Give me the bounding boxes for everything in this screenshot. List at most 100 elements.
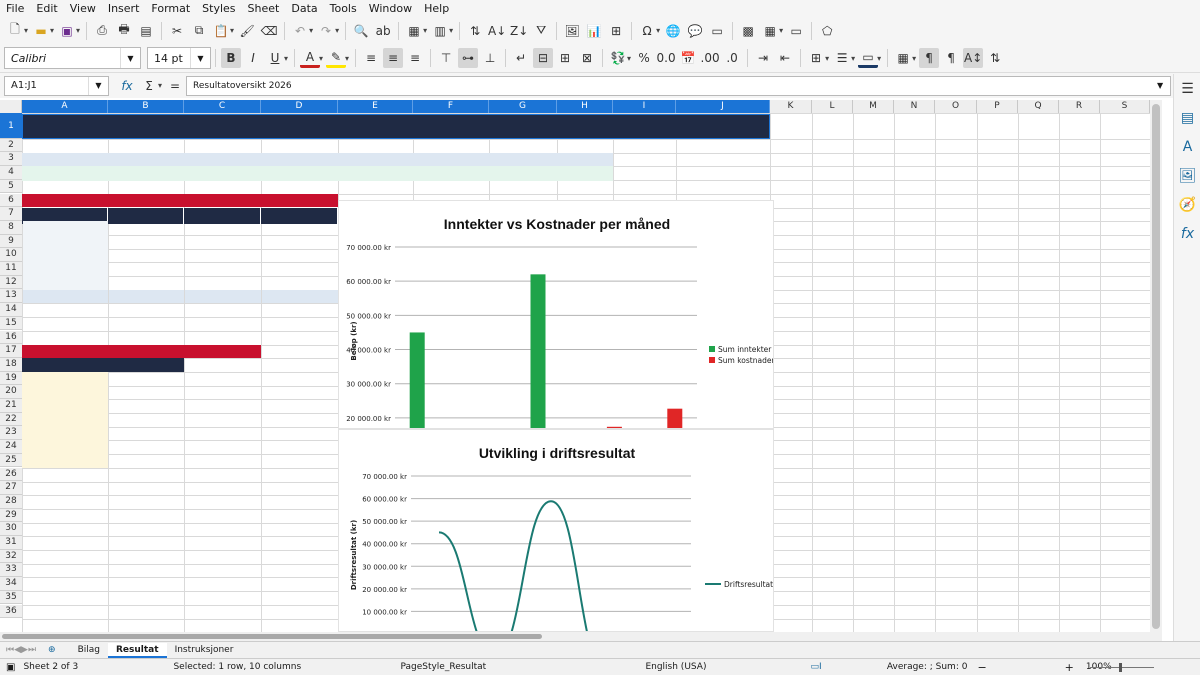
menu-tools[interactable]: Tools xyxy=(324,2,363,15)
zoom-in-icon[interactable]: + xyxy=(1065,661,1074,674)
row-header-16[interactable]: 16 xyxy=(0,330,22,345)
row-header-26[interactable]: 26 xyxy=(0,467,22,482)
row-header-17[interactable]: 17 xyxy=(0,344,22,358)
vertical-scroll-thumb[interactable] xyxy=(1152,104,1160,629)
chevron-down-icon[interactable]: ▼ xyxy=(88,76,108,95)
column-header-l[interactable]: L xyxy=(812,100,853,113)
horizontal-scrollbar[interactable] xyxy=(0,632,1162,641)
date-format-icon[interactable]: 📅 xyxy=(678,48,698,68)
row-header-4[interactable]: 4 xyxy=(0,166,22,180)
insert-image-icon[interactable]: 🖼 xyxy=(562,21,582,41)
row-header-24[interactable]: 24 xyxy=(0,440,22,454)
row-header-11[interactable]: 11 xyxy=(0,262,22,276)
highlight-color-icon[interactable]: ✎ xyxy=(326,48,347,68)
row-header-10[interactable]: 10 xyxy=(0,248,22,262)
formula-input[interactable]: Resultatoversikt 2026 ▼ xyxy=(186,75,1172,96)
language-indicator[interactable]: English (USA) xyxy=(645,662,810,672)
row-header-18[interactable]: 18 xyxy=(0,357,22,372)
row-header-9[interactable]: 9 xyxy=(0,234,22,249)
freeze-rows-columns-icon[interactable]: ▦ xyxy=(760,21,780,41)
underline-icon[interactable]: U xyxy=(265,48,285,68)
menu-insert[interactable]: Insert xyxy=(102,2,146,15)
align-right-icon[interactable]: ≡ xyxy=(405,48,425,68)
row-header-8[interactable]: 8 xyxy=(0,220,22,235)
menu-file[interactable]: File xyxy=(0,2,30,15)
column-header-d[interactable]: D xyxy=(261,100,338,113)
styles-icon[interactable]: A xyxy=(1174,132,1200,161)
row-header-6[interactable]: 6 xyxy=(0,193,22,208)
align-top-icon[interactable]: ⊤ xyxy=(436,48,456,68)
row-header-25[interactable]: 25 xyxy=(0,453,22,468)
properties-icon[interactable]: ▤ xyxy=(1174,103,1200,132)
increase-indent-icon[interactable]: ⇥ xyxy=(753,48,773,68)
hyperlink-icon[interactable]: 🌐 xyxy=(663,21,683,41)
menu-sheet[interactable]: Sheet xyxy=(242,2,286,15)
column-header-n[interactable]: N xyxy=(894,100,935,113)
chevron-down-icon[interactable]: ▼ xyxy=(120,48,140,68)
clone-formatting-icon[interactable]: 🖌 xyxy=(237,21,257,41)
row-header-31[interactable]: 31 xyxy=(0,536,22,550)
row-header-21[interactable]: 21 xyxy=(0,399,22,413)
comment-icon[interactable]: 💬 xyxy=(685,21,705,41)
align-left-icon[interactable]: ≡ xyxy=(361,48,381,68)
spelling-icon[interactable]: ab xyxy=(373,21,393,41)
open-folder-icon[interactable]: ▬ xyxy=(31,21,51,41)
row-header-13[interactable]: 13 xyxy=(0,289,22,304)
horizontal-scroll-thumb[interactable] xyxy=(2,634,542,639)
column-header-e[interactable]: E xyxy=(338,100,413,113)
column-header-j[interactable]: J xyxy=(676,100,770,113)
add-decimal-icon[interactable]: .00 xyxy=(700,48,720,68)
row-header-14[interactable]: 14 xyxy=(0,303,22,317)
show-draw-functions-icon[interactable]: ⬠ xyxy=(817,21,837,41)
column-header-m[interactable]: M xyxy=(853,100,894,113)
number-format-icon[interactable]: 0.0 xyxy=(656,48,676,68)
clear-formatting-icon[interactable]: ⌫ xyxy=(259,21,279,41)
cut-icon[interactable]: ✂ xyxy=(167,21,187,41)
font-size-field[interactable]: 14 pt ▼ xyxy=(147,47,211,69)
define-print-area-icon[interactable]: ▩ xyxy=(738,21,758,41)
print-icon[interactable]: 🖶 xyxy=(114,21,134,41)
menu-edit[interactable]: Edit xyxy=(30,2,63,15)
row-header-2[interactable]: 2 xyxy=(0,138,22,153)
border-style-icon[interactable]: ☰ xyxy=(832,48,852,68)
row-header-22[interactable]: 22 xyxy=(0,412,22,427)
row-header-32[interactable]: 32 xyxy=(0,549,22,564)
column-header-c[interactable]: C xyxy=(184,100,261,113)
align-center-icon[interactable]: ≡ xyxy=(383,48,404,68)
expand-formula-icon[interactable]: ▼ xyxy=(1150,77,1170,95)
add-sheet-icon[interactable]: ⊕ xyxy=(48,645,56,655)
print-preview-icon[interactable]: ▤ xyxy=(136,21,156,41)
new-document-icon[interactable]: 🗋 xyxy=(5,21,25,41)
sort-ascending-icon[interactable]: A↓ xyxy=(487,21,507,41)
row-header-15[interactable]: 15 xyxy=(0,316,22,331)
tab-bilag[interactable]: Bilag xyxy=(70,645,108,655)
conditional-format-icon[interactable]: ▦ xyxy=(893,48,913,68)
row-icon[interactable]: ▦ xyxy=(404,21,424,41)
unmerge-cells-icon[interactable]: ⊠ xyxy=(577,48,597,68)
column-header-f[interactable]: F xyxy=(413,100,489,113)
tab-navigation-icon[interactable]: ⏮◀▶⏭ xyxy=(6,645,36,655)
find-replace-icon[interactable]: 🔍 xyxy=(351,21,371,41)
row-header-27[interactable]: 27 xyxy=(0,481,22,495)
functions-icon[interactable]: fx xyxy=(1174,219,1200,248)
column-header-b[interactable]: B xyxy=(108,100,184,113)
row-header-1[interactable]: 1 xyxy=(0,113,22,139)
font-color-icon[interactable]: A xyxy=(300,48,321,68)
column-header-q[interactable]: Q xyxy=(1018,100,1059,113)
selection-mode-icon[interactable]: ▭I xyxy=(810,662,850,672)
row-header-3[interactable]: 3 xyxy=(0,152,22,167)
autofilter-icon[interactable]: ⛛ xyxy=(531,21,551,41)
save-icon[interactable]: ▣ xyxy=(57,21,77,41)
wrap-text-icon[interactable]: ↵ xyxy=(511,48,531,68)
gallery-icon[interactable]: 🖼 xyxy=(1174,161,1200,190)
align-bottom-icon[interactable]: ⊥ xyxy=(480,48,500,68)
chevron-down-icon[interactable]: ▼ xyxy=(190,48,210,68)
row-header-19[interactable]: 19 xyxy=(0,371,22,386)
sum-average-display[interactable]: Average: ; Sum: 0 xyxy=(850,662,977,672)
tab-instruksjoner[interactable]: Instruksjoner xyxy=(167,645,242,655)
navigator-icon[interactable]: 🧭 xyxy=(1174,190,1200,219)
menu-view[interactable]: View xyxy=(64,2,102,15)
select-all-corner[interactable] xyxy=(0,100,22,113)
row-header-36[interactable]: 36 xyxy=(0,604,22,619)
sort-descending-icon[interactable]: Z↓ xyxy=(509,21,529,41)
